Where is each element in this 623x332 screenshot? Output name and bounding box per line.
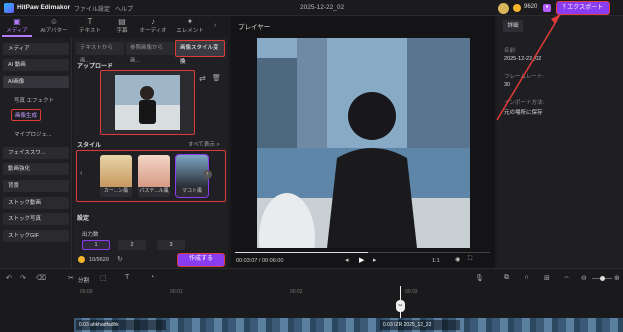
sidebar-sub-photo-effect[interactable]: 写真 エフェクト [14,96,54,104]
refresh-icon[interactable]: ↻ [117,255,123,263]
redo-icon[interactable]: ↷ [20,274,26,282]
more-arrow-icon[interactable]: › [214,22,216,29]
link-icon[interactable]: ⧉ [504,274,509,282]
sidebar-sub-my-project[interactable]: マイプロジェ... [14,130,52,138]
playhead-split-icon[interactable]: ✂ [396,300,405,312]
speed-icon[interactable]: ◔ [150,274,154,281]
menu-file[interactable]: ファイル [74,4,98,13]
sidebar-item-media[interactable]: メディア [3,43,69,55]
text-icon: T [87,17,93,26]
audio-icon: ♪ [151,17,155,26]
upload-area[interactable] [100,70,195,135]
magnet-icon[interactable]: ∩ [524,274,529,281]
coin-icon [78,256,85,263]
ruler-tick-1: 00:01 [170,289,183,295]
sidebar-item-ai-video[interactable]: AI 動画 [3,59,69,71]
camera-icon[interactable]: ◉ [455,256,460,263]
subtitle-icon: ▤ [118,17,126,26]
output-count-label: 出力数 [82,232,99,238]
tab-text[interactable]: T テキスト [75,17,105,37]
export-label: エクスポート [567,5,604,11]
tab-ai-avatar[interactable]: ☺ AIアバター [36,17,72,37]
sidebar-item-ai-image[interactable]: AI画像 [3,76,69,88]
see-all-link[interactable]: すべて表示 > [188,140,220,148]
media-icon: ▣ [13,17,21,26]
crop-icon[interactable]: ⬚ [100,274,107,282]
sidebar-sub-image-gen[interactable]: 画像生成 [11,109,42,121]
text-tool-icon[interactable]: T [125,274,129,281]
avatar-icon: ☺ [49,17,59,26]
tab-audio[interactable]: ♪ オーディオ [136,17,170,37]
mic-icon[interactable]: 🎙 [475,274,484,282]
sidebar-item-stock-photo[interactable]: ストック写真 [3,213,69,225]
fullscreen-icon[interactable]: ⛶ [468,256,472,263]
style-card-pastel[interactable]: パステ...ル風 [138,155,170,197]
count-option-2[interactable]: 2 [118,240,146,250]
app-title: HitPaw Edimakor [17,4,71,11]
prev-frame-icon[interactable]: ◂ [345,256,349,264]
clip-label-1[interactable]: 0.03 ahkhadfadhk [76,320,166,330]
style-heading: スタイル [77,143,102,149]
settings-heading: 設定 [77,216,90,222]
tab-subtitle[interactable]: ▤ 字幕 [107,17,137,37]
style-thumb [100,155,132,187]
time-display: 00:03:07 / 00:06:00 [236,258,284,264]
coin-icon [513,4,521,12]
tab-element[interactable]: ✦ エレメント [172,17,208,37]
video-preview [257,38,470,248]
ruler-tick-2: 00:02 [290,289,303,295]
zoom-thumb[interactable] [600,276,605,281]
carousel-next-icon[interactable]: › [203,170,212,179]
progress-fill [235,252,368,253]
split-label[interactable]: 分割 [78,276,89,284]
vip-icon[interactable]: ♦ [543,4,551,12]
menu-settings[interactable]: 設定 [98,4,110,13]
project-name: 2025-12-22_02 [300,4,345,11]
upload-heading: アップロード [77,64,114,70]
next-frame-icon[interactable]: ▸ [373,256,377,264]
aspect-ratio-select[interactable]: 1:1 [432,258,440,264]
zoom-in-icon[interactable]: ⊕ [614,274,620,282]
uploaded-image [115,75,180,130]
menu-help[interactable]: ヘルプ [115,4,133,13]
sidebar-item-background[interactable]: 背景 [3,180,69,192]
credit-count: 9620 [524,4,538,10]
sidebar-item-enhance[interactable]: 動画強化 [3,163,69,175]
player-title: プレイヤー [238,24,271,31]
zoom-slider[interactable] [592,276,612,281]
style-thumb [138,155,170,187]
sidebar-item-face-swap[interactable]: フェイススワ... [3,147,69,159]
count-option-3[interactable]: 3 [157,240,185,250]
clip-label-2[interactable]: 0.03 IZR 2025_12_22 [380,320,460,330]
sidebar-item-stock-gif[interactable]: ストックGIF [3,230,69,242]
app-logo [4,3,14,13]
element-icon: ✦ [186,17,194,26]
annotation-arrow [496,14,561,121]
snap-icon[interactable]: ⊞ [544,274,550,282]
preview-frame [257,38,470,248]
count-option-1[interactable]: 1 [82,240,110,250]
generate-button[interactable]: 作成する [177,253,225,267]
ruler-tick-0: 00:00 [80,289,93,295]
trash-icon[interactable]: 🗑 [212,74,221,82]
ruler-tick-3: 00:03 [405,289,418,295]
fit-icon[interactable]: ⇔ [563,274,570,281]
tab-style-transfer[interactable]: 画像スタイル変換 [175,40,225,65]
tab-media[interactable]: ▣ メディア [2,17,32,37]
undo-icon[interactable]: ↶ [6,274,12,282]
play-icon[interactable]: ▶ [359,256,364,264]
delete-icon[interactable]: ⌫ [36,274,46,282]
swap-icon[interactable]: ⇄ [199,74,206,83]
carousel-prev-icon[interactable]: ‹ [80,170,88,180]
credit-usage: 10/9620 [89,257,109,263]
tab-text-to-image[interactable]: テキストから画... [76,42,124,64]
progress-track[interactable] [235,252,490,253]
tab-ref-image[interactable]: 参照画像から画... [126,42,174,64]
zoom-out-icon[interactable]: ⊖ [581,274,587,282]
split-icon[interactable]: ✂ [68,274,74,282]
style-card-cartoon[interactable]: カー...ン風 [100,155,132,197]
sidebar-item-stock-video[interactable]: ストック動画 [3,197,69,209]
